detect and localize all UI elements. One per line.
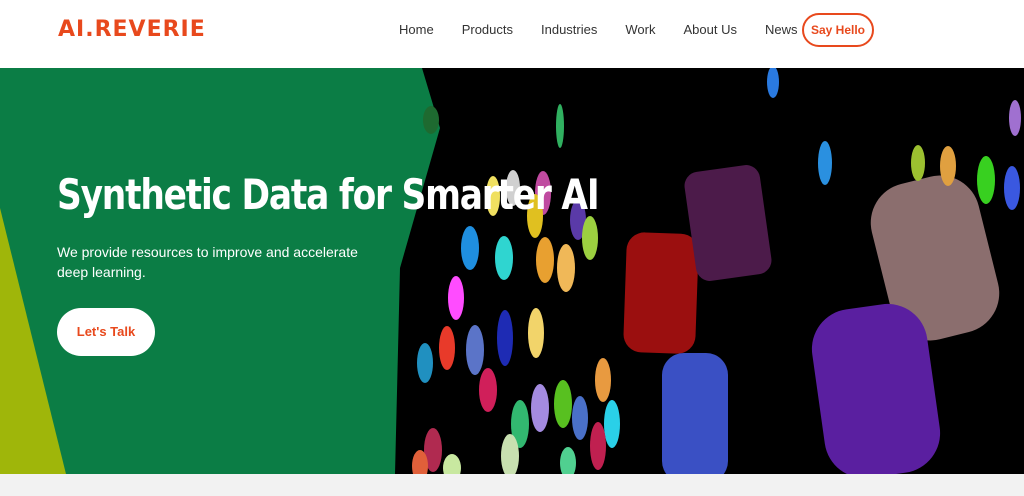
say-hello-button[interactable]: Say Hello [802,13,874,47]
nav-industries[interactable]: Industries [541,0,597,60]
nav-about-us[interactable]: About Us [683,0,736,60]
hero-title: Synthetic Data for Smarter AI [57,170,600,219]
site-header: AI.REVERIE Home Products Industries Work… [0,0,1024,68]
nav-news[interactable]: News [765,0,798,60]
page-bottom-strip [0,474,1024,496]
hero-subtitle: We provide resources to improve and acce… [57,244,358,280]
brand-logo[interactable]: AI.REVERIE [58,17,206,43]
lets-talk-button[interactable]: Let's Talk [57,308,155,356]
hero-section: Synthetic Data for Smarter AI We provide… [0,68,1024,474]
nav-products[interactable]: Products [462,0,513,60]
main-nav: Home Products Industries Work About Us N… [385,0,811,60]
nav-home[interactable]: Home [399,0,434,60]
nav-work[interactable]: Work [625,0,655,60]
